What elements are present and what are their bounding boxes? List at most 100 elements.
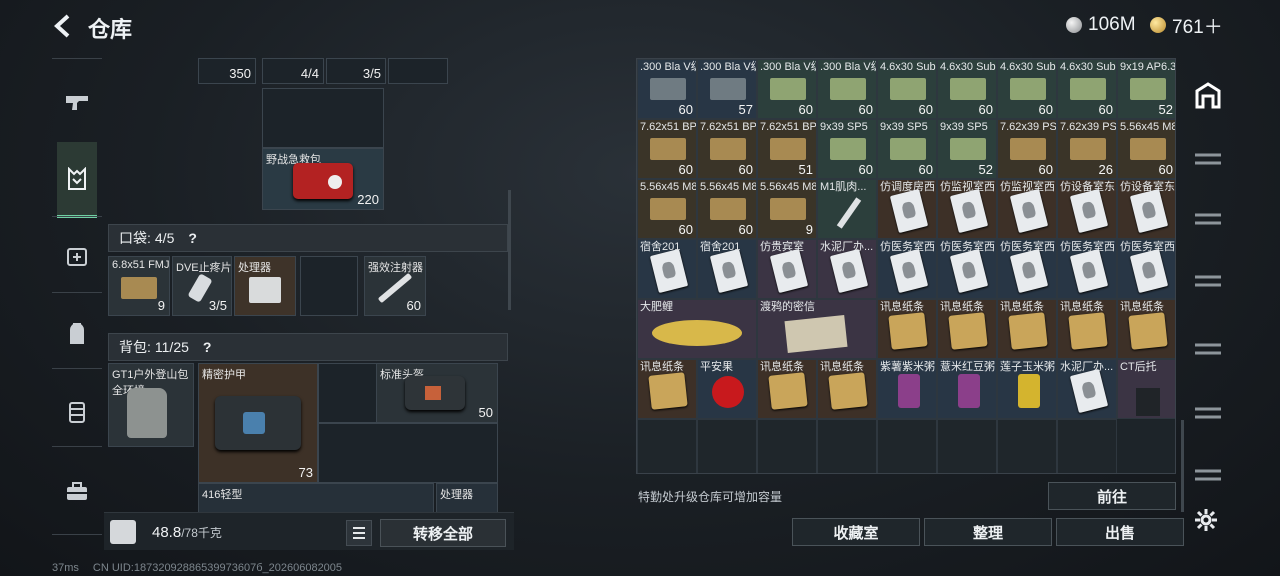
warehouse-empty-cell[interactable]	[877, 419, 937, 473]
warehouse-item[interactable]: 7.62x51 BPZ 60	[637, 119, 697, 179]
warehouse-empty-cell[interactable]	[1057, 419, 1117, 473]
left-scrollbar[interactable]	[508, 190, 511, 310]
warehouse-empty-cell[interactable]	[997, 419, 1057, 473]
warehouse-item[interactable]: 7.62x39 PS 60	[997, 119, 1057, 179]
warehouse-item[interactable]: 9x19 AP6.3 52	[1117, 59, 1175, 119]
warehouse-item[interactable]: 渡鸦的密信	[757, 299, 877, 359]
warehouse-item[interactable]: 讯息纸条	[757, 359, 817, 419]
transfer-all-button[interactable]: 转移全部	[380, 519, 506, 547]
slot-top-1[interactable]: 350	[198, 58, 256, 84]
nav-medical[interactable]	[58, 234, 96, 278]
warehouse-item[interactable]: 9x39 SP5 52	[937, 119, 997, 179]
medkit-slot[interactable]: 野战急救包 220	[262, 148, 384, 210]
nav-page-5[interactable]	[1190, 264, 1226, 298]
weight-lock-icon[interactable]	[110, 520, 136, 544]
warehouse-item[interactable]: 4.6x30 Subsonic 60	[877, 59, 937, 119]
warehouse-item[interactable]: 5.56x45 M855 60	[697, 179, 757, 239]
pocket-slot-2[interactable]: DVE止疼片 3/5	[172, 256, 232, 316]
nav-weapons[interactable]	[58, 80, 96, 124]
warehouse-item[interactable]: 讯息纸条	[817, 359, 877, 419]
nav-chest-rig[interactable]	[58, 390, 96, 434]
warehouse-item[interactable]: 仿调度房西	[877, 179, 937, 239]
warehouse-item[interactable]: 宿舍201	[697, 239, 757, 299]
goto-button[interactable]: 前往	[1048, 482, 1176, 510]
warehouse-item[interactable]: 7.62x51 BPZ 51	[757, 119, 817, 179]
warehouse-scrollbar[interactable]	[1181, 420, 1184, 512]
backpack-item-2[interactable]: 精密护甲 73	[198, 363, 318, 483]
warehouse-item[interactable]: 讯息纸条	[1117, 299, 1175, 359]
slot-top-4[interactable]	[388, 58, 448, 84]
warehouse-empty-cell[interactable]	[637, 419, 697, 473]
warehouse-item[interactable]: 5.56x45 M855 60	[1117, 119, 1175, 179]
pocket-slot-3[interactable]: 处理器	[234, 256, 296, 316]
warehouse-item[interactable]: 仿监视室西	[937, 179, 997, 239]
warehouse-item[interactable]: 薏米红豆粥	[937, 359, 997, 419]
nav-page-6[interactable]	[1190, 332, 1226, 366]
warehouse-item[interactable]: 平安果	[697, 359, 757, 419]
nav-page-3[interactable]	[1190, 142, 1226, 176]
pocket-slot-4[interactable]	[300, 256, 358, 316]
warehouse-item[interactable]: 5.56x45 M855 9	[757, 179, 817, 239]
warehouse-item[interactable]: 仿设备室东	[1117, 179, 1175, 239]
warehouse-item[interactable]: 紫薯紫米粥	[877, 359, 937, 419]
warehouse-item[interactable]: 仿医务室西	[1057, 239, 1117, 299]
warehouse-item[interactable]: 讯息纸条	[637, 359, 697, 419]
list-view-button[interactable]	[346, 520, 372, 546]
warehouse-empty-cell[interactable]	[817, 419, 877, 473]
backpack-help-button[interactable]: ?	[203, 339, 212, 355]
nav-case[interactable]	[58, 470, 96, 514]
warehouse-item[interactable]: 4.6x30 Subsonic 60	[937, 59, 997, 119]
warehouse-item[interactable]: 宿舍201	[637, 239, 697, 299]
warehouse-item[interactable]: 水泥厂办...	[817, 239, 877, 299]
warehouse-item[interactable]: M1肌肉...	[817, 179, 877, 239]
sell-button[interactable]: 出售	[1056, 518, 1184, 546]
warehouse-item[interactable]: 仿监视室西	[997, 179, 1057, 239]
pockets-help-button[interactable]: ?	[188, 230, 197, 246]
warehouse-item[interactable]: .300 Bla V级弹 60	[637, 59, 697, 119]
warehouse-item[interactable]: 讯息纸条	[937, 299, 997, 359]
slot-top-2[interactable]: 4/4	[262, 58, 324, 84]
warehouse-item[interactable]: .300 Bla V级弹 60	[817, 59, 877, 119]
nav-warehouse-home[interactable]	[1190, 78, 1226, 112]
backpack-empty[interactable]	[318, 423, 498, 483]
warehouse-item[interactable]: 仿医务室西	[1117, 239, 1175, 299]
warehouse-item[interactable]: .300 Bla V级弹 60	[757, 59, 817, 119]
gold-currency[interactable]: 761＋	[1150, 14, 1223, 38]
warehouse-item[interactable]: 讯息纸条	[997, 299, 1057, 359]
warehouse-item[interactable]: 仿贵宾室	[757, 239, 817, 299]
pocket-slot-5[interactable]: 强效注射器 60	[364, 256, 426, 316]
warehouse-item[interactable]: 仿医务室西	[997, 239, 1057, 299]
warehouse-item[interactable]: 7.62x51 BPZ 60	[697, 119, 757, 179]
slot-top-3[interactable]: 3/5	[326, 58, 386, 84]
warehouse-item[interactable]: 莲子玉米粥	[997, 359, 1057, 419]
warehouse-item[interactable]: 大肥鲤	[637, 299, 757, 359]
warehouse-item[interactable]: 仿医务室西	[877, 239, 937, 299]
pocket-slot-1[interactable]: 6.8x51 FMJ 9	[108, 256, 170, 316]
backpack-empty[interactable]	[318, 363, 378, 423]
nav-equipment[interactable]	[57, 142, 97, 218]
collection-room-button[interactable]: 收藏室	[792, 518, 920, 546]
nav-page-8[interactable]	[1190, 458, 1226, 492]
warehouse-empty-cell[interactable]	[697, 419, 757, 473]
warehouse-empty-cell[interactable]	[757, 419, 817, 473]
warehouse-item[interactable]: 水泥厂办...	[1057, 359, 1117, 419]
nav-page-7[interactable]	[1190, 396, 1226, 430]
warehouse-item[interactable]: 讯息纸条	[877, 299, 937, 359]
warehouse-item[interactable]: 4.6x30 Subsonic 60	[1057, 59, 1117, 119]
sort-button[interactable]: 整理	[924, 518, 1052, 546]
warehouse-item[interactable]: 仿设备室东	[1057, 179, 1117, 239]
backpack-item-1[interactable]: GT1户外登山包 全环境	[108, 363, 194, 447]
warehouse-item[interactable]: 讯息纸条	[1057, 299, 1117, 359]
warehouse-item[interactable]: .300 Bla V级弹 57	[697, 59, 757, 119]
backpack-item-4[interactable]: 416轻型	[198, 483, 434, 513]
nav-page-4[interactable]	[1190, 202, 1226, 236]
warehouse-item[interactable]: 9x39 SP5 60	[877, 119, 937, 179]
warehouse-empty-cell[interactable]	[937, 419, 997, 473]
nav-backpack[interactable]	[58, 312, 96, 356]
warehouse-item[interactable]: 仿医务室西	[937, 239, 997, 299]
backpack-item-3[interactable]: 标准头盔 50	[376, 363, 498, 423]
settings-button[interactable]	[1194, 508, 1218, 537]
slot-empty[interactable]	[262, 88, 384, 148]
warehouse-item[interactable]: CT后托	[1117, 359, 1175, 419]
warehouse-item[interactable]: 9x39 SP5 60	[817, 119, 877, 179]
